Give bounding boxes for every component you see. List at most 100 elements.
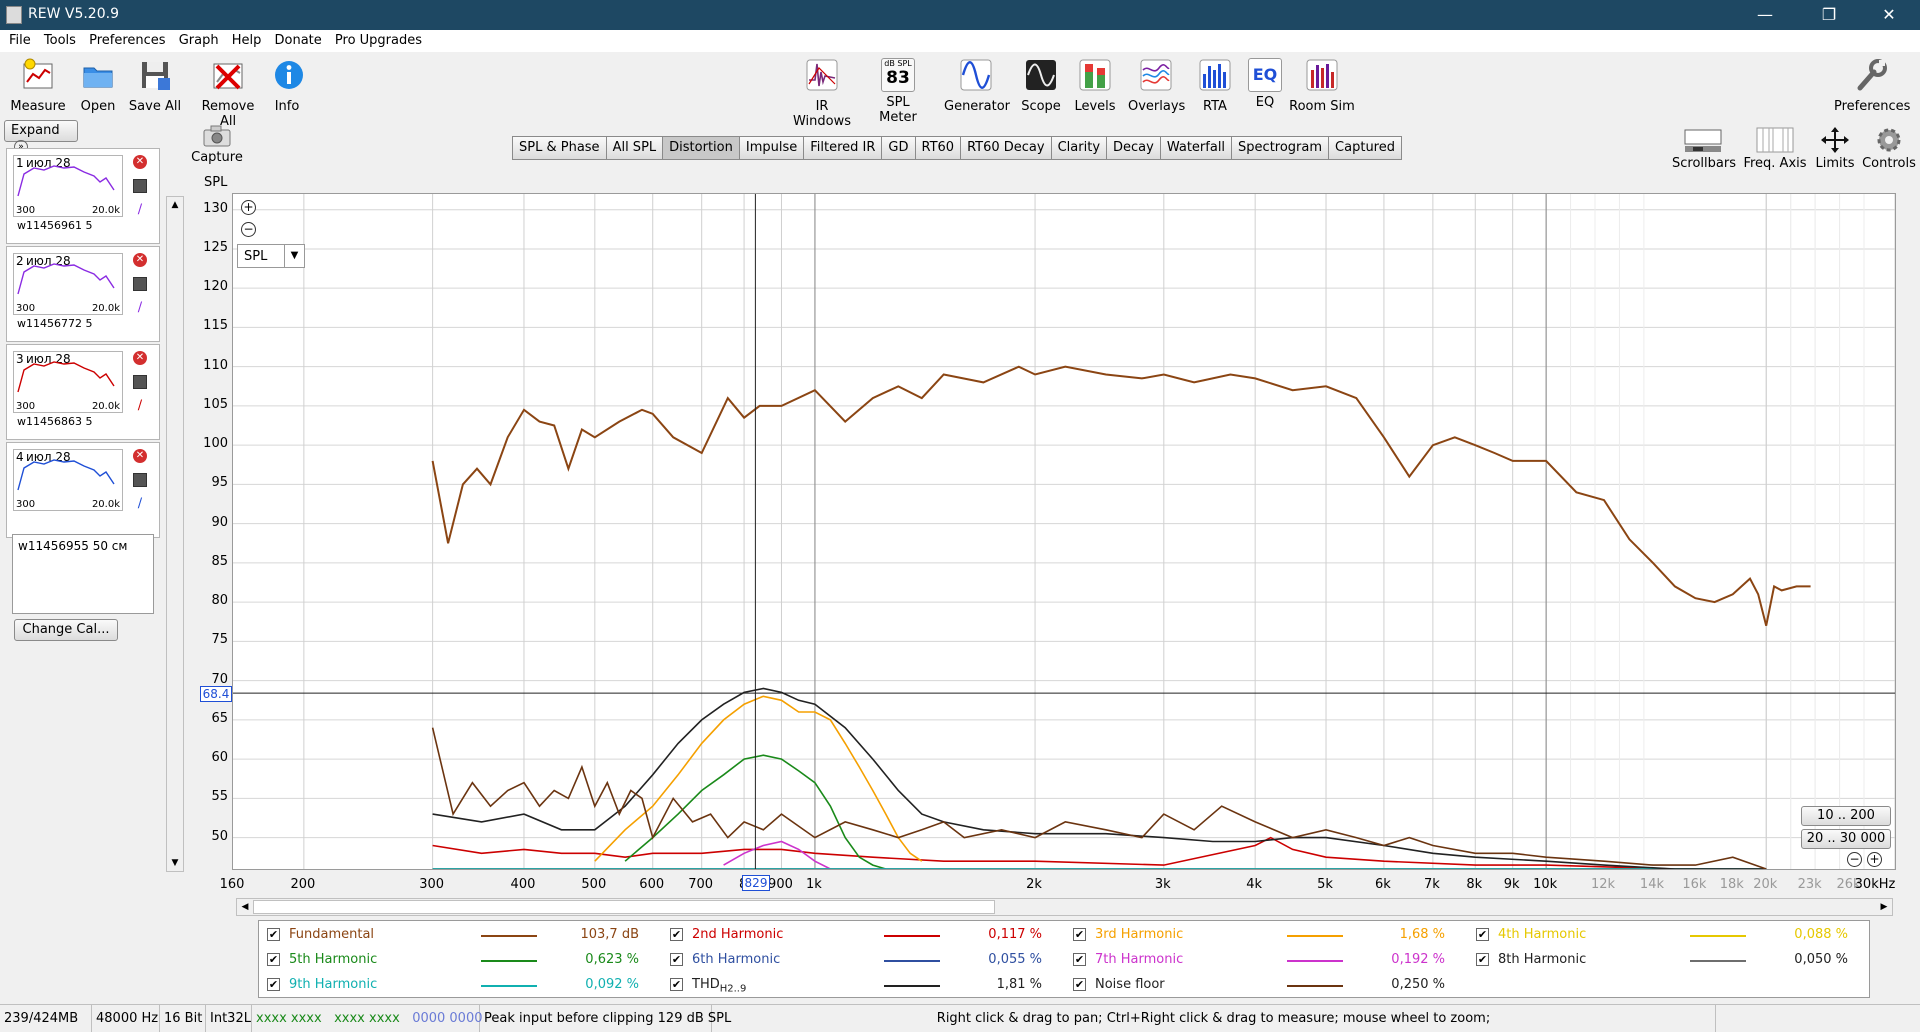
change-cal-label: Change Cal...: [22, 622, 110, 637]
scroll-down-arrow[interactable]: ▼: [167, 855, 183, 871]
window-title: REW V5.20.9: [28, 6, 119, 22]
menu-help[interactable]: Help: [232, 30, 262, 48]
measurement-notes[interactable]: w11456955 50 см: [12, 534, 154, 614]
menu-donate[interactable]: Donate: [275, 30, 322, 48]
x-zoom-in-button[interactable]: +: [1867, 852, 1882, 867]
save-all-button[interactable]: Save All: [128, 58, 182, 114]
tab-rt60-decay[interactable]: RT60 Decay: [960, 136, 1052, 160]
x-zoom-out-button[interactable]: −: [1847, 852, 1862, 867]
tab-clarity[interactable]: Clarity: [1050, 136, 1108, 160]
edit-measurement-icon[interactable]: ∕: [133, 399, 147, 413]
legend-checkbox[interactable]: ✔: [267, 928, 280, 941]
tab-gd[interactable]: GD: [881, 136, 916, 160]
room-sim-button[interactable]: Room Sim: [1288, 58, 1356, 114]
save-measurement-icon[interactable]: [133, 277, 147, 291]
legend-checkbox[interactable]: ✔: [1476, 928, 1489, 941]
legend-checkbox[interactable]: ✔: [1073, 978, 1086, 991]
controls-button[interactable]: Controls: [1862, 126, 1916, 171]
scroll-right-arrow[interactable]: ▶: [1876, 899, 1892, 915]
generator-button[interactable]: Generator: [944, 58, 1010, 114]
open-button[interactable]: Open: [76, 58, 120, 114]
spl-meter-unit: dB SPL: [884, 59, 912, 68]
scroll-up-arrow[interactable]: ▲: [167, 197, 183, 213]
freq-axis-button[interactable]: Freq. Axis: [1742, 126, 1808, 171]
distortion-plot[interactable]: + − SPL ▼ 10 .. 200 20 .. 30 000 − +: [232, 193, 1896, 870]
capture-button[interactable]: Capture: [190, 124, 244, 165]
tab-rt60[interactable]: RT60: [914, 136, 962, 160]
distortion-chart[interactable]: [233, 194, 1895, 869]
legend-swatch: [1287, 935, 1343, 937]
range-button-10-200[interactable]: 10 .. 200: [1801, 806, 1891, 826]
delete-measurement-icon[interactable]: ✕: [133, 449, 147, 463]
scope-button[interactable]: Scope: [1020, 58, 1062, 114]
status-input-levels: xxxx xxxx xxxx xxxx 0000 0000: [252, 1005, 483, 1032]
zoom-in-button[interactable]: +: [241, 200, 256, 215]
vertical-scrollbar[interactable]: ▲ ▼: [166, 196, 184, 872]
range-button-20-30000[interactable]: 20 .. 30 000: [1801, 829, 1891, 849]
limits-button[interactable]: Limits: [1814, 126, 1856, 171]
legend-checkbox[interactable]: ✔: [1073, 928, 1086, 941]
scrollbars-button[interactable]: Scrollbars: [1672, 126, 1736, 171]
edit-measurement-icon[interactable]: ∕: [133, 203, 147, 217]
tab-captured[interactable]: Captured: [1328, 136, 1402, 160]
save-measurement-icon[interactable]: [133, 179, 147, 193]
tab-distortion[interactable]: Distortion: [662, 136, 740, 160]
measurement-card[interactable]: 1 июл 28 300 20.0k w11456961 5 ✕ ∕: [6, 148, 160, 244]
measure-button[interactable]: Measure: [10, 58, 66, 114]
legend-name: 6th Harmonic: [692, 952, 780, 967]
tab-filtered-ir[interactable]: Filtered IR: [803, 136, 883, 160]
measurement-card[interactable]: 3 июл 28 300 20.0k w11456863 5 ✕ ∕: [6, 344, 160, 440]
delete-measurement-icon[interactable]: ✕: [133, 155, 147, 169]
menu-tools[interactable]: Tools: [44, 30, 76, 48]
tab-all-spl[interactable]: All SPL: [605, 136, 664, 160]
save-measurement-icon[interactable]: [133, 473, 147, 487]
legend-checkbox[interactable]: ✔: [267, 953, 280, 966]
status-sample-rate: 48000 Hz: [92, 1005, 160, 1032]
title-bar: REW V5.20.9 — ❐ ✕: [0, 0, 1920, 30]
legend-checkbox[interactable]: ✔: [267, 978, 280, 991]
menu-preferences[interactable]: Preferences: [89, 30, 165, 48]
rta-button[interactable]: RTA: [1198, 58, 1232, 114]
legend-checkbox[interactable]: ✔: [670, 953, 683, 966]
series-3rd-harmonic: [594, 695, 923, 862]
delete-measurement-icon[interactable]: ✕: [133, 253, 147, 267]
overlays-button[interactable]: Overlays: [1128, 58, 1185, 114]
spl-meter-button[interactable]: dB SPL 83 SPL Meter: [866, 58, 930, 125]
edit-measurement-icon[interactable]: ∕: [133, 497, 147, 511]
minimize-button[interactable]: —: [1742, 0, 1788, 30]
legend-checkbox[interactable]: ✔: [670, 978, 683, 991]
measurement-card[interactable]: 2 июл 28 300 20.0k w11456772 5 ✕ ∕: [6, 246, 160, 342]
eq-button[interactable]: EQ EQ: [1248, 58, 1282, 110]
legend-checkbox[interactable]: ✔: [1476, 953, 1489, 966]
measurement-card[interactable]: 4 июл 28 300 20.0k ✕ ∕: [6, 442, 160, 538]
change-cal-button[interactable]: Change Cal...: [14, 619, 118, 641]
tab-waterfall[interactable]: Waterfall: [1159, 136, 1233, 160]
info-button[interactable]: Info: [272, 58, 303, 114]
ir-windows-button[interactable]: IR Windows: [786, 58, 858, 129]
scroll-thumb[interactable]: [253, 900, 995, 914]
levels-button[interactable]: Levels: [1074, 58, 1116, 114]
menu-pro-upgrades[interactable]: Pro Upgrades: [335, 30, 422, 48]
legend-checkbox[interactable]: ✔: [670, 928, 683, 941]
delete-measurement-icon[interactable]: ✕: [133, 351, 147, 365]
edit-measurement-icon[interactable]: ∕: [133, 301, 147, 315]
expand-button[interactable]: Expand »: [4, 120, 78, 154]
tab-decay[interactable]: Decay: [1106, 136, 1161, 160]
tab-impulse[interactable]: Impulse: [738, 136, 805, 160]
legend-checkbox[interactable]: ✔: [1073, 953, 1086, 966]
scroll-left-arrow[interactable]: ◀: [237, 899, 253, 915]
horizontal-scrollbar[interactable]: ◀ ▶: [236, 898, 1893, 916]
maximize-button[interactable]: ❐: [1806, 0, 1852, 30]
menu-graph[interactable]: Graph: [179, 30, 219, 48]
preferences-button[interactable]: Preferences: [1834, 58, 1910, 114]
tab-spectrogram[interactable]: Spectrogram: [1231, 136, 1330, 160]
menu-file[interactable]: File: [9, 30, 31, 48]
spl-meter-value: 83: [886, 68, 910, 88]
close-button[interactable]: ✕: [1866, 0, 1912, 30]
room-sim-label: Room Sim: [1289, 99, 1355, 114]
remove-all-button[interactable]: Remove All: [192, 58, 264, 129]
spl-dropdown[interactable]: SPL ▼: [237, 244, 305, 268]
save-measurement-icon[interactable]: [133, 375, 147, 389]
tab-spl-phase[interactable]: SPL & Phase: [512, 136, 607, 160]
zoom-out-button[interactable]: −: [241, 222, 256, 237]
